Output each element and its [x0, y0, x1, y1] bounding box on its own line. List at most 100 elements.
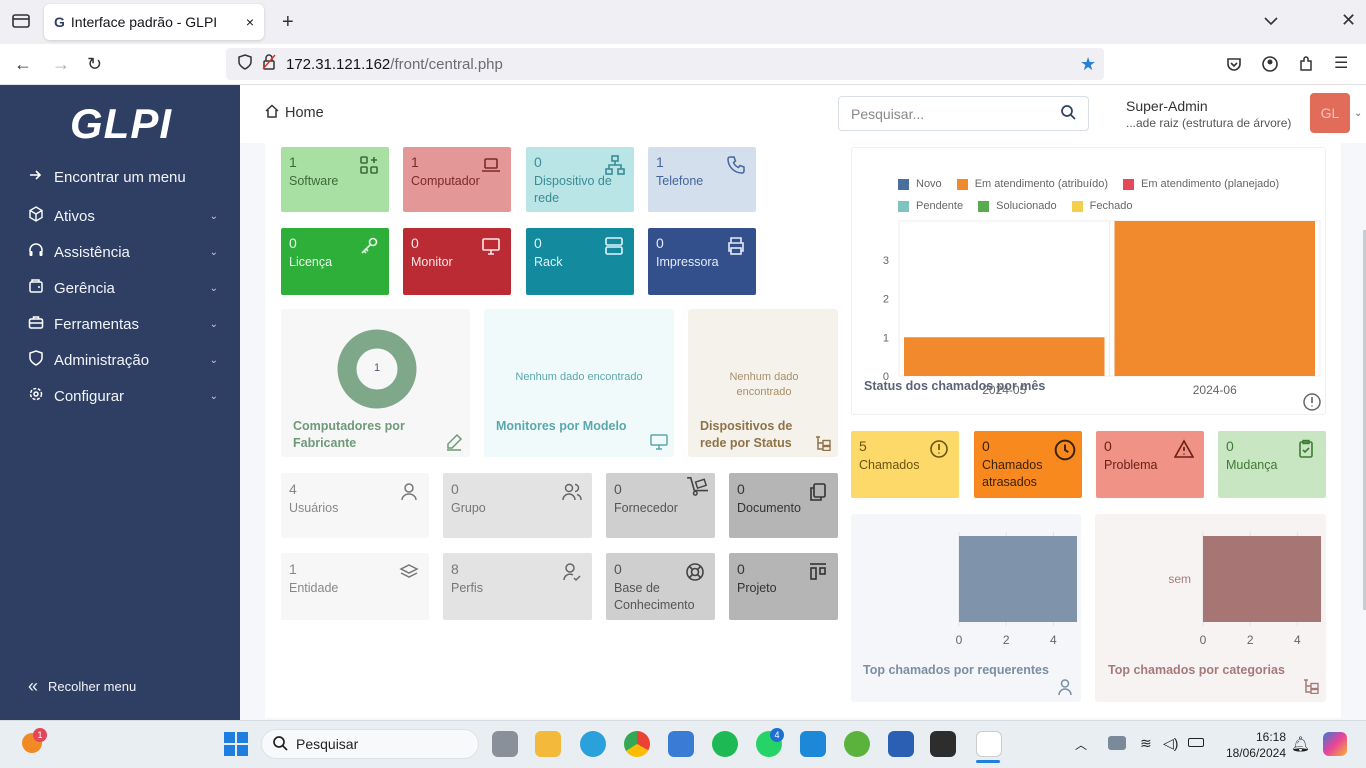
spotify-icon[interactable]: [712, 731, 738, 757]
windows-start-icon[interactable]: [224, 732, 248, 761]
chevron-down-icon: ⌄: [209, 390, 218, 402]
ticket-tile-chamados[interactable]: 5 Chamados: [851, 431, 959, 498]
forward-icon[interactable]: →: [52, 55, 70, 73]
avatar[interactable]: GL: [1310, 93, 1350, 133]
card-title: Top chamados por categorias: [1108, 663, 1285, 677]
volume-icon[interactable]: ◁): [1163, 735, 1178, 752]
asset-tile-dispositivo-rede[interactable]: 0 Dispositivo de rede: [526, 147, 634, 212]
ticket-tile-mudanca[interactable]: 0 Mudança: [1218, 431, 1326, 498]
card-title: Monitores por Modelo: [496, 419, 627, 433]
user-check-icon: [563, 563, 581, 582]
close-window-icon[interactable]: ✕: [1341, 11, 1356, 29]
admin-tile-documento[interactable]: 0 Documento: [729, 473, 838, 538]
asset-tile-monitor[interactable]: 0 Monitor: [403, 228, 511, 295]
office-icon[interactable]: [888, 731, 914, 757]
sidebar-item-ativos[interactable]: Ativos ⌄: [28, 206, 218, 226]
admin-tile-grupo[interactable]: 0 Grupo: [443, 473, 592, 538]
ticket-tile-problema[interactable]: 0 Problema: [1096, 431, 1204, 498]
user-name[interactable]: Super-Admin: [1126, 98, 1208, 114]
copilot-icon[interactable]: [1323, 732, 1347, 756]
global-search-input[interactable]: Pesquisar...: [838, 96, 1089, 131]
chrome-icon[interactable]: [624, 731, 650, 757]
admin-tile-projeto[interactable]: 0 Projeto: [729, 553, 838, 620]
donut-value: 1: [373, 362, 381, 374]
tile-label: Entidade: [289, 581, 339, 595]
taskbar-search[interactable]: Pesquisar: [261, 729, 479, 759]
reload-icon[interactable]: ↻: [87, 55, 102, 73]
browser-tab[interactable]: G Interface padrão - GLPI ×: [44, 4, 264, 40]
card-top-categories: sem 0 2 4 Top chamados por categorias: [1095, 514, 1326, 702]
admin-tile-entidade[interactable]: 1 Entidade: [281, 553, 429, 620]
battery-icon[interactable]: [1188, 738, 1204, 747]
wifi-icon[interactable]: ≋: [1140, 735, 1152, 752]
shield-icon: [28, 350, 44, 370]
search-icon[interactable]: [1060, 104, 1076, 123]
extensions-icon[interactable]: [1298, 56, 1314, 76]
ticket-tile-atrasados[interactable]: 0 Chamados atrasados: [974, 431, 1082, 498]
sidebar-item-assistencia[interactable]: Assistência ⌄: [28, 242, 218, 262]
back-icon[interactable]: ←: [14, 55, 32, 73]
url-bar[interactable]: 172.31.121.162/front/central.php: [226, 48, 1104, 80]
taskbar-search-label: Pesquisar: [296, 736, 359, 752]
cloud-icon[interactable]: [1108, 736, 1126, 750]
sitemap-icon: [1304, 679, 1319, 694]
breadcrumb-home[interactable]: Home: [265, 104, 324, 122]
utorrent-icon[interactable]: [844, 731, 870, 757]
asset-tile-telefone[interactable]: 1 Telefone: [648, 147, 756, 212]
file-explorer-icon[interactable]: [535, 731, 561, 757]
linux-penguin-icon[interactable]: [976, 731, 1002, 757]
telegram-icon[interactable]: [580, 731, 606, 757]
user-entity[interactable]: ...ade raiz (estrutura de árvore): [1126, 116, 1291, 130]
new-tab-icon[interactable]: +: [282, 12, 294, 32]
chevron-down-icon[interactable]: ⌄: [1354, 108, 1362, 119]
bookmark-star-icon[interactable]: ★: [1080, 55, 1096, 73]
breadcrumb-label: Home: [285, 105, 324, 121]
info-circle-icon[interactable]: [1302, 392, 1322, 412]
chevron-down-icon: ⌄: [209, 354, 218, 366]
store-icon[interactable]: [668, 731, 694, 757]
asset-tile-computador[interactable]: 1 Computador: [403, 147, 511, 212]
clock-date[interactable]: 18/06/2024: [1212, 746, 1286, 760]
tile-label: Fornecedor: [614, 501, 678, 515]
account-icon[interactable]: [1262, 56, 1278, 76]
sidebar-item-ferramentas[interactable]: Ferramentas ⌄: [28, 314, 218, 334]
card-computers-by-maker: 1 Computadores por Fabricante: [281, 309, 470, 457]
chart-bar: [1203, 536, 1321, 622]
clock-time[interactable]: 16:18: [1220, 730, 1286, 744]
page-header: [240, 85, 1366, 143]
chevron-down-icon[interactable]: [1264, 14, 1278, 30]
tile-label: Rack: [534, 255, 563, 269]
sidebar-item-administracao[interactable]: Administração ⌄: [28, 350, 218, 370]
sidebar-item-find-menu[interactable]: Encontrar um menu: [28, 167, 218, 187]
sidebar-item-label: Administração: [54, 351, 150, 369]
chevron-up-icon[interactable]: ︿: [1075, 736, 1087, 753]
glpi-logo[interactable]: GLPI: [70, 100, 172, 148]
lifebuoy-icon: [686, 563, 704, 581]
admin-tile-fornecedor[interactable]: 0 Fornecedor: [606, 473, 715, 538]
admin-tile-base-conhecimento[interactable]: 0 Base de Conhecimento: [606, 553, 715, 620]
terminal-icon[interactable]: [930, 731, 956, 757]
phone-icon: [727, 156, 745, 174]
admin-tile-usuarios[interactable]: 4 Usuários: [281, 473, 429, 538]
sidebar-item-configurar[interactable]: Configurar ⌄: [28, 386, 218, 406]
printer-icon: [728, 237, 744, 255]
close-tab-icon[interactable]: ×: [246, 14, 254, 30]
double-chevron-left-icon: «: [28, 676, 39, 696]
pocket-icon[interactable]: [1226, 56, 1242, 76]
edit-icon[interactable]: [445, 433, 463, 451]
asset-tile-impressora[interactable]: 0 Impressora: [648, 228, 756, 295]
clipboard-check-icon: [1299, 439, 1313, 458]
asset-tile-licenca[interactable]: 0 Licença: [281, 228, 389, 295]
hamburger-menu-icon[interactable]: ☰: [1334, 56, 1348, 72]
asset-tile-rack[interactable]: 0 Rack: [526, 228, 634, 295]
admin-tile-perfis[interactable]: 8 Perfis: [443, 553, 592, 620]
sidebar-item-gerencia[interactable]: Gerência ⌄: [28, 278, 218, 298]
bell-icon[interactable]: 🔔︎: [1291, 735, 1310, 753]
vscode-icon[interactable]: [800, 731, 826, 757]
tab-list-icon[interactable]: [12, 13, 30, 33]
collapse-menu-button[interactable]: « Recolher menu: [28, 676, 218, 697]
tile-label: Dispositivo de rede: [534, 174, 612, 205]
task-view-icon[interactable]: [492, 731, 518, 757]
chart-bar: [904, 337, 1105, 376]
asset-tile-software[interactable]: 1 Software: [281, 147, 389, 212]
